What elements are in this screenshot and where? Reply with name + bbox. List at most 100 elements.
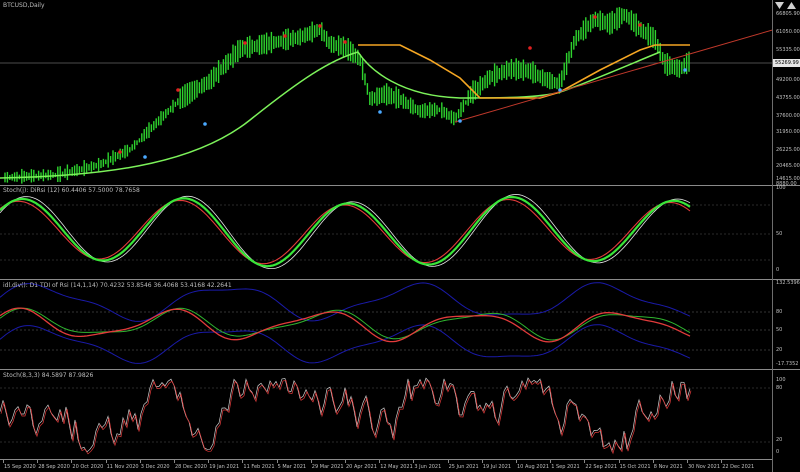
stoch-axis-label: 20 xyxy=(776,437,783,443)
time-tick xyxy=(208,459,210,463)
time-axis-label: 22 Sep 2021 xyxy=(585,464,618,470)
fractal-dot xyxy=(593,15,597,19)
fractal-dot xyxy=(203,122,207,126)
tdi-red-line xyxy=(0,307,691,343)
dirsi-title: Stoch(j): DiRsi (12) 60.4406 57.5000 78.… xyxy=(3,187,140,194)
time-tick xyxy=(276,459,278,463)
fractal-dot xyxy=(458,119,462,123)
time-tick xyxy=(71,459,73,463)
dirsi-axis-label: 0 xyxy=(776,267,780,273)
time-tick xyxy=(345,459,346,463)
dirsi-white-line xyxy=(0,194,691,269)
time-axis-label: 19 Jan 2021 xyxy=(209,464,240,470)
tdi-chart xyxy=(0,282,772,364)
time-axis-label: 20 Oct 2020 xyxy=(72,464,104,470)
fractal-dot xyxy=(558,88,562,92)
time-tick xyxy=(447,459,449,463)
time-tick xyxy=(310,459,312,463)
time-tick xyxy=(379,459,381,463)
time-axis-label: 11 Feb 2021 xyxy=(243,464,275,470)
fractal-dot xyxy=(378,110,382,114)
stoch-main-line xyxy=(0,377,691,453)
fractal-dot xyxy=(118,150,122,154)
stoch-axis-label: 0 xyxy=(776,449,780,455)
fractal-dot xyxy=(283,34,287,38)
time-axis-label: 28 Sep 2020 xyxy=(38,464,70,470)
time-axis-label: 1 Sep 2021 xyxy=(551,464,580,470)
time-axis-label: 10 Aug 2021 xyxy=(517,464,550,470)
dirsi-title-extra: 78.7658 xyxy=(115,187,140,194)
time-axis-label: 15 Oct 2021 xyxy=(619,464,651,470)
time-axis-label: 29 Mar 2021 xyxy=(311,464,344,470)
fractal-dot xyxy=(243,41,247,45)
time-tick xyxy=(550,459,552,463)
time-axis-label: 25 Jun 2021 xyxy=(448,464,479,470)
price-pane[interactable]: BTCUSD,Daily xyxy=(0,0,772,185)
time-axis-label: 11 Nov 2020 xyxy=(106,464,139,470)
fractal-dot xyxy=(638,23,642,27)
time-axis-label: 22 Dec 2021 xyxy=(722,464,755,470)
dirsi-pane[interactable]: Stoch(j): DiRsi (12) 60.4406 57.5000 78.… xyxy=(0,186,772,279)
tdi-axis-label: -17.7352 xyxy=(776,361,799,367)
time-axis-label: 20 Apr 2021 xyxy=(346,464,377,470)
time-axis-label: 8 Nov 2021 xyxy=(653,464,683,470)
fractal-dot xyxy=(176,88,180,92)
price-axis-label: 66805.90 xyxy=(776,11,800,17)
dirsi-axis-label: 50 xyxy=(776,231,783,237)
current-price-label: 55269.99 xyxy=(773,59,800,67)
dirsi-axis-label: 100 xyxy=(776,185,786,191)
stoch-chart xyxy=(0,377,772,455)
time-axis-label: 30 Nov 2021 xyxy=(688,464,721,470)
fractal-dot xyxy=(143,155,147,159)
fractal-dot xyxy=(683,68,687,72)
time-tick xyxy=(687,459,688,463)
tdi-title: idl.div(): D1 TDI of Rsi (14,1,14) 70.42… xyxy=(3,282,232,289)
stoch-axis-label: 80 xyxy=(776,385,783,391)
tdi-green-line xyxy=(0,307,691,341)
price-axis-label: 43755.00 xyxy=(776,95,800,101)
time-tick xyxy=(618,459,620,463)
time-tick xyxy=(37,459,39,463)
time-axis-label: 15 Sep 2020 xyxy=(4,464,36,470)
time-tick xyxy=(413,459,415,463)
stoch-signal-line xyxy=(0,379,692,455)
time-axis-label: 19 Jul 2021 xyxy=(482,464,512,470)
time-tick xyxy=(139,459,141,463)
time-tick xyxy=(481,459,483,463)
time-axis-label: 3 Dec 2020 xyxy=(140,464,170,470)
price-axis-label: 55335.00 xyxy=(776,47,800,53)
time-tick xyxy=(105,459,107,463)
dirsi-green-line xyxy=(0,195,691,268)
time-tick xyxy=(721,459,723,463)
time-axis-line xyxy=(0,459,772,460)
price-axis-label: 20465.00 xyxy=(776,163,800,169)
price-axis-label: 31950.00 xyxy=(776,129,800,135)
stoch-pane[interactable]: Stoch(8,3,3) 84.5897 87.9826 xyxy=(0,370,772,459)
dirsi-title-text: Stoch(j): DiRsi (12) 60.4406 57.5000 xyxy=(3,187,114,194)
tdi-axis-label: 132.5396 xyxy=(776,280,800,286)
time-axis-label: 12 May 2021 xyxy=(380,464,413,470)
time-axis-label: 3 Jun 2021 xyxy=(414,464,442,470)
dirsi-chart xyxy=(0,194,772,269)
time-axis-label: 28 Dec 2020 xyxy=(175,464,207,470)
tdi-lower-band xyxy=(0,324,691,364)
time-axis-label: 5 Mar 2021 xyxy=(277,464,307,470)
time-tick xyxy=(3,459,4,463)
stoch-title: Stoch(8,3,3) 84.5897 87.9826 xyxy=(3,372,94,379)
price-axis-label: 61050.00 xyxy=(776,29,800,35)
fractal-dot xyxy=(318,24,322,28)
time-tick xyxy=(516,459,517,463)
time-tick xyxy=(174,459,175,463)
stoch-axis-label: 100 xyxy=(776,377,786,383)
price-axis-label: 49200.00 xyxy=(776,77,800,83)
tdi-pane[interactable]: idl.div(): D1 TDI of Rsi (14,1,14) 70.42… xyxy=(0,280,772,369)
price-chart xyxy=(0,7,772,184)
symbol-title: BTCUSD,Daily xyxy=(3,2,45,9)
fractal-dot xyxy=(343,40,347,44)
dirsi-red-line xyxy=(0,198,691,265)
price-axis-label: 37600.00 xyxy=(776,113,800,119)
time-tick xyxy=(652,459,654,463)
time-tick xyxy=(584,459,586,463)
tdi-axis-label: 80 xyxy=(776,309,783,315)
tdi-axis-label: 50 xyxy=(776,327,783,333)
